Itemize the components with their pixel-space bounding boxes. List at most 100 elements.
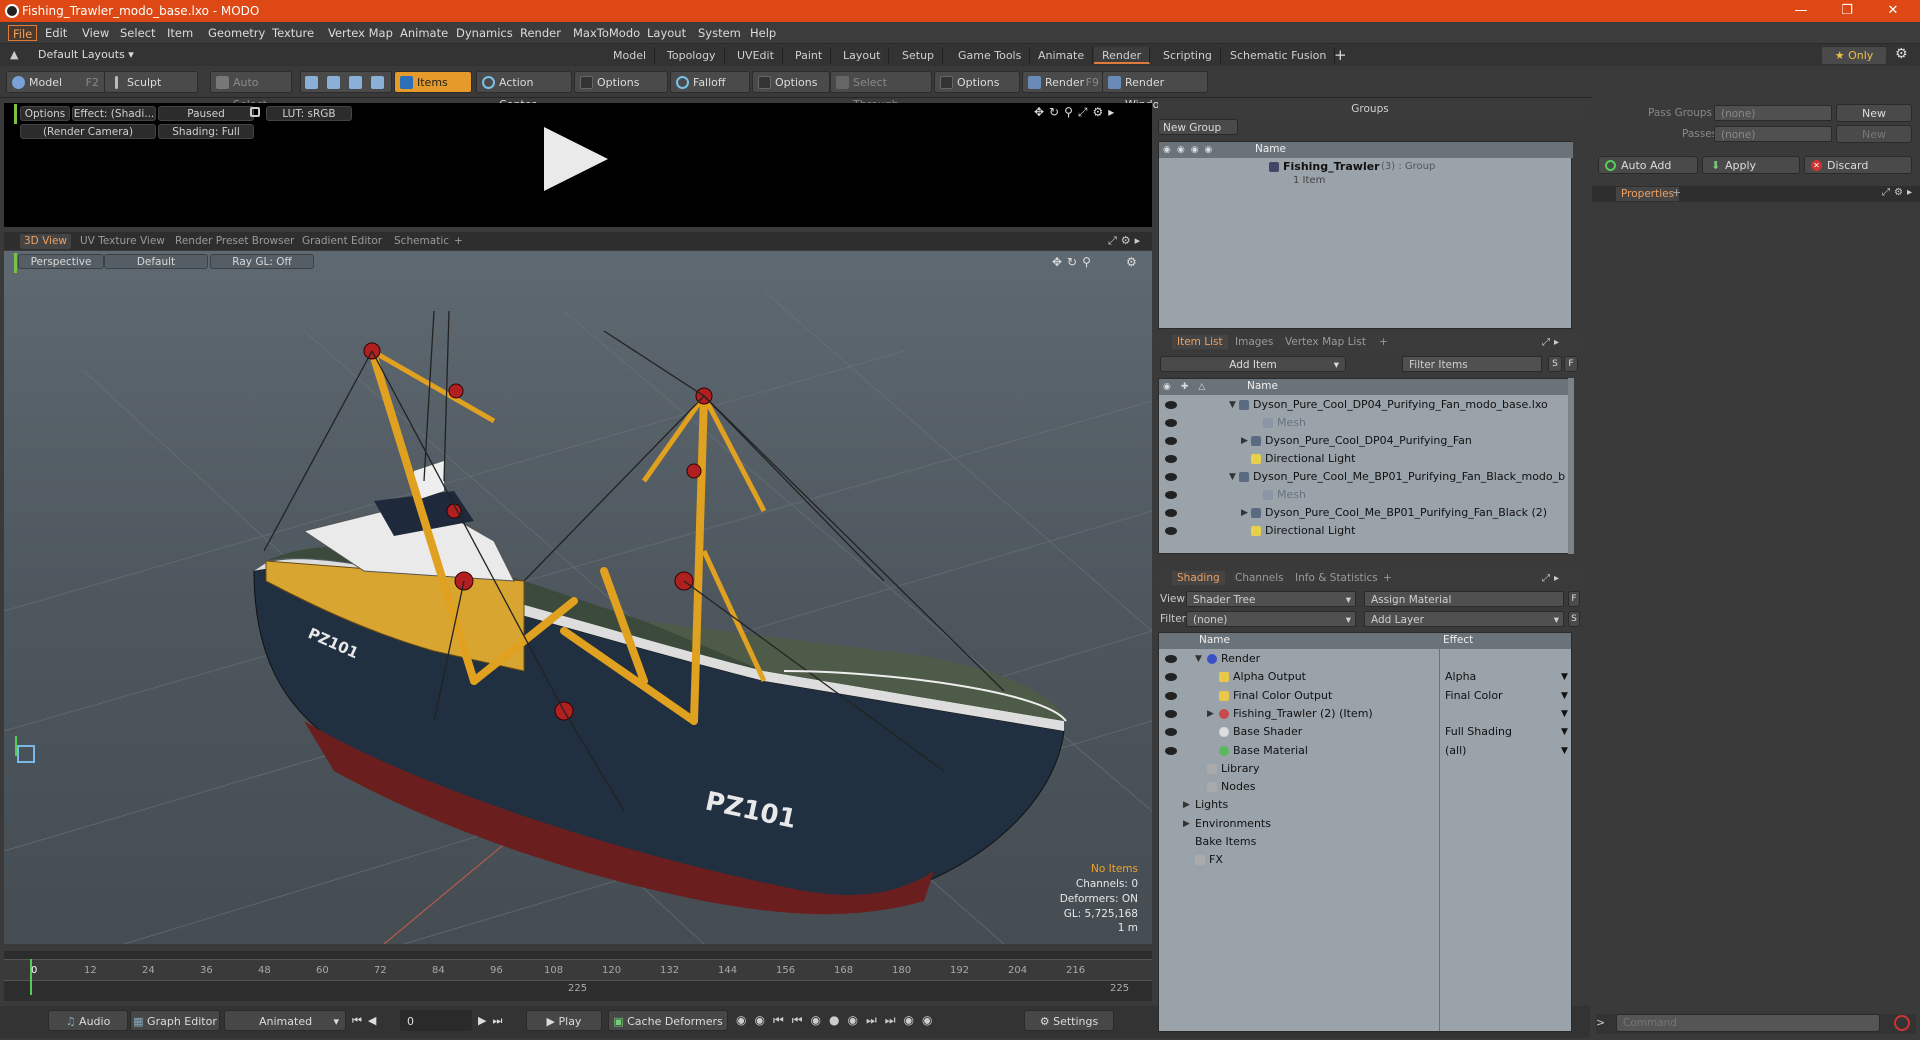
key-controls[interactable]: ◉◉⏮⏮◉●◉⏭⏭◉◉ [736,1013,941,1028]
cache-deformers-button[interactable]: ▣ Cache Deformers [608,1010,728,1031]
chevron-down-icon[interactable]: ▼ [1561,723,1568,741]
new-pass-group-button[interactable]: New [1836,104,1912,122]
group-name[interactable]: Fishing_Trawler [1283,160,1380,173]
viewport-panel-controls[interactable]: ⤢⚙▸ [1108,234,1144,248]
discard-button[interactable]: ✕ Discard [1804,156,1912,174]
visibility-eye-icon[interactable] [1165,509,1177,517]
visibility-eye-icon[interactable] [1165,691,1177,700]
animated-dropdown[interactable]: Animated ▾ [224,1010,346,1031]
tab-render-preset-browser[interactable]: Render Preset Browser [171,234,298,249]
visibility-eye-icon[interactable] [1165,419,1177,427]
tab-schematic-fusion[interactable]: Schematic Fusion [1222,47,1336,64]
model-mode-button[interactable]: Model F2 [6,71,106,93]
frame-input[interactable]: 0 [400,1010,472,1031]
3d-viewport[interactable]: Perspective Default Ray GL: Off ✥↻⚲ ⚙ PZ… [4,251,1152,944]
shader-tree-row[interactable]: ▶ Lights [1159,796,1571,814]
groups-list[interactable]: Name ◉◉◉◉ Fishing_Trawler (3) : Group 1 … [1158,141,1573,329]
expand-down-icon[interactable]: ▼ [1229,396,1236,414]
list-item[interactable]: Directional Light [1159,450,1571,468]
menu-render[interactable]: Render [516,25,565,41]
shader-tree-row[interactable]: ▼ Render [1159,650,1571,668]
effect-value[interactable]: Full Shading [1445,723,1512,741]
audio-button[interactable]: ♫ Audio [48,1010,128,1031]
filter-f-button[interactable]: F [1564,356,1578,372]
list-item[interactable]: Mesh [1159,414,1571,432]
shader-tree-row[interactable]: Library [1159,760,1571,778]
play-render-icon[interactable] [544,127,608,191]
expand-right-icon[interactable]: ▶ [1241,432,1248,450]
item-list-tree[interactable]: Name ◉✚△ ▼ Dyson_Pure_Cool_DP04_Purifying… [1158,378,1572,554]
shader-tree-row[interactable]: Final Color Output Final Color ▼ [1159,687,1571,705]
auto-select-button[interactable]: Auto Select [210,71,292,111]
s-button[interactable]: S [1568,611,1580,627]
add-tab-icon[interactable]: + [1374,335,1393,349]
vertex-mode-icon[interactable] [305,76,318,89]
list-item[interactable]: ▶ Dyson_Pure_Cool_Me_BP01_Purifying_Fan_B… [1159,504,1571,522]
tab-uv-texture-view[interactable]: UV Texture View [76,234,169,249]
visibility-column-icons[interactable]: ◉◉◉◉ [1163,145,1221,155]
minimize-button[interactable]: — [1778,0,1824,22]
menu-select[interactable]: Select [116,25,159,41]
render-camera-dropdown[interactable]: (Render Camera) [20,124,156,139]
pass-groups-dropdown[interactable]: (none) [1714,105,1832,121]
menu-file[interactable]: File [8,25,38,41]
falloff-button[interactable]: Falloff [670,71,750,93]
tab-vertex-map-list[interactable]: Vertex Map List [1280,335,1371,349]
filter-s-button[interactable]: S [1548,356,1562,372]
add-item-button[interactable]: Add Item ▾ [1160,356,1346,372]
new-group-button[interactable]: New Group [1158,119,1238,135]
chevron-down-icon[interactable]: ▼ [1561,687,1568,705]
settings-button[interactable]: ⚙ Settings [1024,1010,1114,1031]
layout-selector[interactable]: Default Layouts ▾ [38,48,134,61]
tab-channels[interactable]: Channels [1230,571,1289,585]
tab-animate[interactable]: Animate [1030,47,1094,64]
visibility-eye-icon[interactable] [1165,455,1177,463]
record-icon[interactable] [1894,1015,1910,1031]
list-item[interactable]: ▼ Dyson_Pure_Cool_DP04_Purifying_Fan_modo… [1159,396,1571,414]
visibility-eye-icon[interactable] [1165,527,1177,535]
tab-layout[interactable]: Layout [835,47,890,64]
menu-view[interactable]: View [78,25,113,41]
expand-right-icon[interactable]: ▶ [1183,796,1190,814]
menu-edit[interactable]: Edit [41,25,71,41]
shader-tree-row[interactable]: Alpha Output Alpha ▼ [1159,668,1571,686]
material-mode-icon[interactable] [371,76,384,89]
passes-dropdown[interactable]: (none) [1714,126,1832,142]
tab-render[interactable]: Render [1094,47,1151,64]
select-through-button[interactable]: Select Through [830,71,932,111]
render-view-controls[interactable]: ✥↻⚲⤢⚙▸ [1034,105,1119,120]
falloff-options-button[interactable]: Options [752,71,830,93]
timeline[interactable]: 0 12 24 36 48 60 72 84 96 108 120 132 14… [4,951,1152,1001]
shader-tree-row[interactable]: Base Material (all) ▼ [1159,742,1571,760]
item-list-scrollbar[interactable] [1568,378,1574,554]
assign-material-button[interactable]: Assign Material [1364,591,1564,607]
visibility-eye-icon[interactable] [1165,746,1177,755]
transport-prev-controls[interactable]: ⏮◀ [352,1014,382,1028]
only-toggle[interactable]: ★ Only [1822,47,1886,64]
shading-dropdown[interactable]: Shading: Full [158,124,254,139]
collapse-icon[interactable]: ▲ [10,48,18,61]
transport-next-controls[interactable]: ▶⏭ [478,1014,508,1028]
render-window-button[interactable]: Render Window [1102,71,1208,111]
gear-icon[interactable]: ⚙ [1895,46,1908,62]
selection-mode-group[interactable] [300,71,392,93]
add-tab-icon[interactable]: + [1672,186,1681,199]
shader-tree-row[interactable]: Base Shader Full Shading ▼ [1159,723,1571,741]
tab-uvedit[interactable]: UVEdit [729,47,783,64]
visibility-eye-icon[interactable] [1165,491,1177,499]
chevron-down-icon[interactable]: ▼ [1561,742,1568,760]
add-tab-icon[interactable]: + [1378,571,1397,585]
menu-maxtomodo[interactable]: MaxToModo [569,25,644,41]
list-item[interactable]: Mesh [1159,486,1571,504]
expand-down-icon[interactable]: ▼ [1229,468,1236,486]
tab-topology[interactable]: Topology [659,47,725,64]
visibility-eye-icon[interactable] [1165,473,1177,481]
filter-items-input[interactable]: Filter Items [1402,356,1542,372]
visibility-eye-icon[interactable] [1165,401,1177,409]
add-layer-dropdown[interactable]: Add Layer ▾ [1364,611,1564,627]
command-input[interactable] [1616,1014,1880,1032]
menu-system[interactable]: System [694,25,745,41]
action-center-options-button[interactable]: Options [574,71,668,93]
lock-icon[interactable] [250,107,260,117]
add-viewport-tab[interactable]: + [450,234,467,249]
